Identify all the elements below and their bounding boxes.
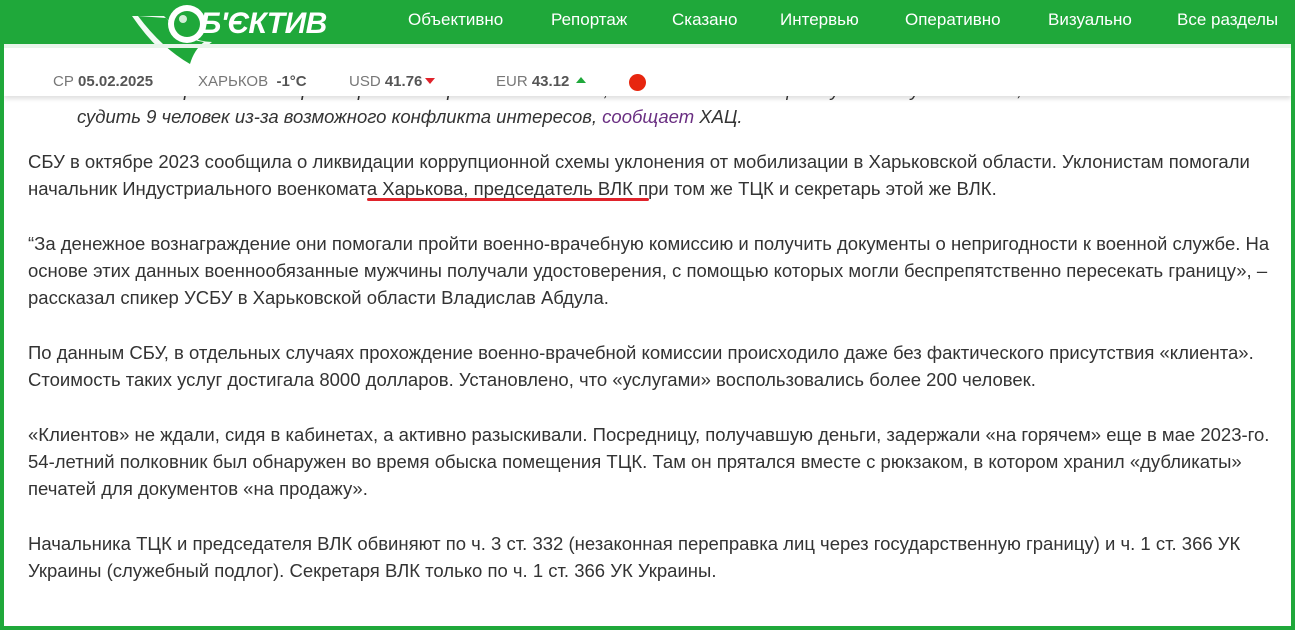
quote-line-2: судить 9 человек из-за возможного конфли… xyxy=(77,103,1257,130)
paragraph-3: По данным СБУ, в отдельных случаях прохо… xyxy=(28,342,1254,390)
nav-item-report[interactable]: Репортаж xyxy=(551,10,627,30)
usd-value: 41.76 xyxy=(384,73,423,90)
paragraph-1-end: Харькова, председатель ВЛК при том же ТЦ… xyxy=(377,178,997,199)
red-underline-annotation xyxy=(367,198,649,201)
eur-rate: EUR 43.12 xyxy=(496,73,587,90)
eur-value: 43.12 xyxy=(531,73,570,90)
logo-text: Б'ЄКТИВ xyxy=(200,7,327,40)
paragraph-4: «Клиентов» не ждали, сидя в кабинетах, а… xyxy=(28,424,1270,499)
weekday: СР xyxy=(53,73,74,90)
header-divider xyxy=(4,44,1291,48)
quote-source: ХАЦ. xyxy=(699,106,743,127)
highlighted-phrase: Индустриального военкомата xyxy=(122,178,378,199)
nav-item-interview[interactable]: Интервью xyxy=(780,10,859,30)
nav-item-operative[interactable]: Оперативно xyxy=(905,10,1001,30)
site-header: Б'ЄКТИВ Объективно Репортаж Сказано Инте… xyxy=(4,4,1291,72)
live-indicator-icon[interactable] xyxy=(629,74,646,91)
source-link[interactable]: сообщает xyxy=(602,106,694,127)
page-frame: Начальника районного ТЦК с Харькова и пр… xyxy=(4,4,1291,626)
nav-item-visual[interactable]: Визуально xyxy=(1048,10,1132,30)
nav-item-said[interactable]: Сказано xyxy=(672,10,737,30)
paragraph-2: “За денежное вознаграждение они помогали… xyxy=(28,233,1270,308)
paragraph-5: Начальника ТЦК и председателя ВЛК обвиня… xyxy=(28,533,1241,581)
trend-down-icon xyxy=(425,78,436,84)
nav-item-objectively[interactable]: Объективно xyxy=(408,10,503,30)
quote-text: судить 9 человек из-за возможного конфли… xyxy=(77,106,598,127)
trend-up-icon xyxy=(576,77,587,83)
article-body: Начальника районного ТЦК с Харькова и пр… xyxy=(28,74,1278,581)
paragraph-1: СБУ в октябре 2023 сообщила о ликвидации… xyxy=(28,148,1278,202)
nav-item-all-sections[interactable]: Все разделы xyxy=(1177,10,1278,30)
eur-label: EUR xyxy=(496,73,528,90)
